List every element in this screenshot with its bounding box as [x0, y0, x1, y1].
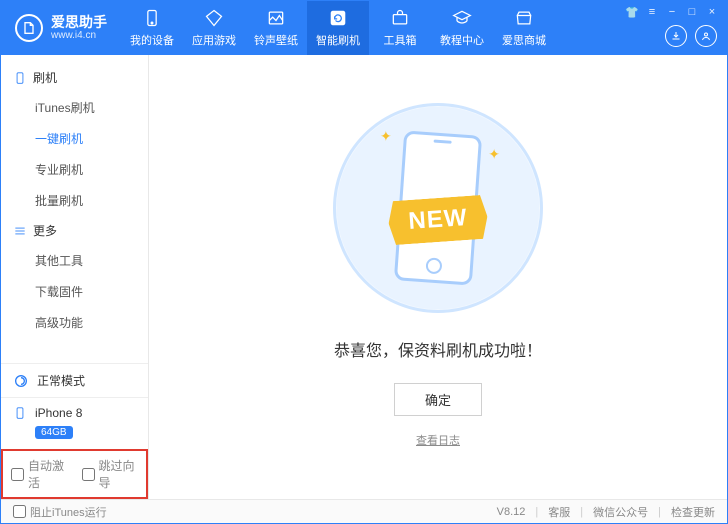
skip-guide-checkbox[interactable]: 跳过向导	[82, 457, 139, 491]
device-row[interactable]: iPhone 8 64GB	[1, 398, 148, 449]
sidebar-item-oneclick-flash[interactable]: 一键刷机	[1, 123, 148, 154]
auto-activate-checkbox[interactable]: 自动激活	[11, 457, 68, 491]
sidebar-item-other-tools[interactable]: 其他工具	[1, 245, 148, 276]
hero-illustration: ✦ ✦ NEW	[333, 103, 543, 313]
toolbox-icon	[390, 8, 410, 28]
tab-apps[interactable]: 应用游戏	[183, 1, 245, 55]
sidebar-group-flash: 刷机	[1, 63, 148, 92]
tab-flash[interactable]: 智能刷机	[307, 1, 369, 55]
content: ✦ ✦ NEW 恭喜您，保资料刷机成功啦！ 确定 查看日志	[149, 55, 727, 499]
check-update-link[interactable]: 检查更新	[671, 504, 715, 520]
maximize-icon[interactable]: □	[685, 5, 699, 19]
sidebar-item-batch-flash[interactable]: 批量刷机	[1, 185, 148, 216]
tab-my-device[interactable]: 我的设备	[121, 1, 183, 55]
sparkle-icon: ✦	[488, 146, 500, 163]
mode-icon	[13, 373, 29, 389]
block-itunes-checkbox[interactable]: 阻止iTunes运行	[13, 504, 107, 520]
mode-label: 正常模式	[37, 372, 85, 389]
new-ribbon: NEW	[387, 195, 489, 246]
store-icon	[514, 8, 534, 28]
download-button[interactable]	[665, 25, 687, 47]
window-controls: 👕 ≡ − □ ×	[625, 5, 719, 19]
app-header: 爱思助手 www.i4.cn 我的设备 应用游戏 铃声壁纸 智能刷机	[1, 1, 727, 55]
sidebar-item-pro-flash[interactable]: 专业刷机	[1, 154, 148, 185]
view-log-link[interactable]: 查看日志	[416, 432, 460, 448]
tab-toolbox[interactable]: 工具箱	[369, 1, 431, 55]
sidebar-item-itunes-flash[interactable]: iTunes刷机	[1, 92, 148, 123]
brand-name: 爱思助手	[51, 15, 107, 30]
device-name: iPhone 8	[35, 406, 82, 420]
mode-row[interactable]: 正常模式	[1, 364, 148, 398]
skin-icon[interactable]: 👕	[625, 5, 639, 19]
logo-icon	[15, 14, 43, 42]
close-icon[interactable]: ×	[705, 5, 719, 19]
phone-small-icon	[13, 71, 27, 85]
sparkle-icon: ✦	[380, 128, 392, 145]
wechat-link[interactable]: 微信公众号	[593, 504, 648, 520]
sidebar: 刷机 iTunes刷机 一键刷机 专业刷机 批量刷机 更多 其他工具 下载固件 …	[1, 55, 149, 499]
refresh-icon	[328, 8, 348, 28]
option-row: 自动激活 跳过向导	[1, 449, 148, 499]
menu-icon[interactable]: ≡	[645, 5, 659, 19]
header-tabs: 我的设备 应用游戏 铃声壁纸 智能刷机 工具箱 教程中心	[121, 1, 555, 55]
status-bar: 阻止iTunes运行 V8.12 | 客服 | 微信公众号 | 检查更新	[1, 499, 727, 523]
tab-ringtone[interactable]: 铃声壁纸	[245, 1, 307, 55]
device-icon	[13, 406, 27, 420]
ok-button[interactable]: 确定	[394, 383, 482, 416]
support-link[interactable]: 客服	[548, 504, 570, 520]
app-icon	[204, 8, 224, 28]
sidebar-group-more: 更多	[1, 216, 148, 245]
sidebar-item-advanced[interactable]: 高级功能	[1, 307, 148, 338]
device-capacity: 64GB	[35, 426, 73, 439]
graduate-icon	[452, 8, 472, 28]
more-icon	[13, 224, 27, 238]
tab-store[interactable]: 爱思商城	[493, 1, 555, 55]
image-icon	[266, 8, 286, 28]
minimize-icon[interactable]: −	[665, 5, 679, 19]
tab-tutorial[interactable]: 教程中心	[431, 1, 493, 55]
phone-icon	[142, 8, 162, 28]
version-label: V8.12	[497, 506, 526, 518]
sidebar-item-download-firmware[interactable]: 下载固件	[1, 276, 148, 307]
success-text: 恭喜您，保资料刷机成功啦！	[334, 337, 542, 361]
brand-url: www.i4.cn	[51, 30, 107, 41]
user-button[interactable]	[695, 25, 717, 47]
logo: 爱思助手 www.i4.cn	[1, 1, 121, 55]
